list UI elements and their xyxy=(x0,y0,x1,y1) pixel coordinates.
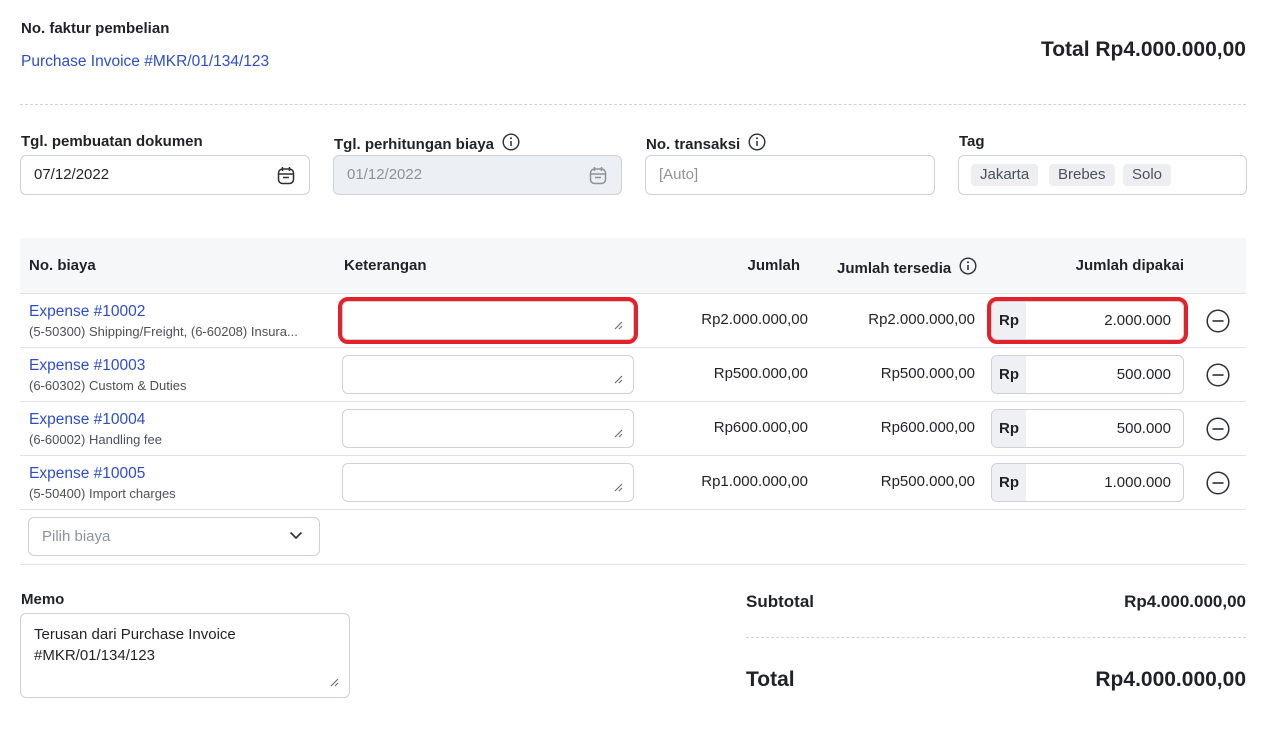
remove-row-icon[interactable] xyxy=(1206,363,1230,387)
tag-chip[interactable]: Jakarta xyxy=(971,164,1039,186)
jumlah-dipakai-value: 500.000 xyxy=(1116,366,1171,383)
col-jumlah: Jumlah xyxy=(747,257,800,274)
resize-grip-icon[interactable] xyxy=(614,375,623,384)
expense-link[interactable]: Expense #10005 xyxy=(29,465,145,483)
cost-date-label: Tgl. perhitungan biaya xyxy=(334,133,520,153)
table-row: Expense #10005 (5-50400) Import charges … xyxy=(20,456,1246,510)
subtotal-label: Subtotal xyxy=(746,592,814,611)
total-label: Total xyxy=(746,668,795,691)
resize-grip-icon[interactable] xyxy=(614,483,623,492)
tag-chip[interactable]: Solo xyxy=(1123,164,1172,186)
currency-prefix: Rp xyxy=(992,464,1026,501)
keterangan-input[interactable] xyxy=(338,297,638,344)
doc-date-value: 07/12/2022 xyxy=(34,166,110,183)
resize-grip-icon[interactable] xyxy=(614,321,623,330)
select-expense-dropdown[interactable]: Pilih biaya xyxy=(28,517,320,556)
select-expense-placeholder: Pilih biaya xyxy=(42,528,111,545)
memo-text: Terusan dari Purchase Invoice #MKR/01/13… xyxy=(34,626,236,664)
doc-date-label: Tgl. pembuatan dokumen xyxy=(21,133,203,150)
subtotal-value: Rp4.000.000,00 xyxy=(1124,592,1246,611)
calendar-icon[interactable] xyxy=(277,166,295,185)
col-jumlah-dipakai: Jumlah dipakai xyxy=(1075,257,1184,274)
chevron-down-icon xyxy=(289,531,303,540)
remove-row-icon[interactable] xyxy=(1206,471,1230,495)
table-header: No. biaya Keterangan Jumlah Jumlah terse… xyxy=(20,238,1246,294)
remove-row-icon[interactable] xyxy=(1206,309,1230,333)
col-jumlah-tersedia: Jumlah tersedia xyxy=(837,257,977,277)
jumlah-dipakai-value: 1.000.000 xyxy=(1104,474,1171,491)
expense-link[interactable]: Expense #10003 xyxy=(29,357,145,375)
header-total: Total Rp4.000.000,00 xyxy=(1040,38,1246,61)
col-jumlah-tersedia-text: Jumlah tersedia xyxy=(837,260,952,277)
jumlah-tersedia-value: Rp500.000,00 xyxy=(880,365,975,382)
jumlah-value: Rp600.000,00 xyxy=(713,419,808,436)
info-icon[interactable] xyxy=(502,133,520,151)
table-row: Expense #10002 (5-50300) Shipping/Freigh… xyxy=(20,294,1246,348)
jumlah-dipakai-input[interactable]: Rp 500.000 xyxy=(991,355,1184,394)
info-icon[interactable] xyxy=(959,257,977,275)
jumlah-value: Rp500.000,00 xyxy=(713,365,808,382)
summary-divider xyxy=(746,637,1246,638)
expense-account: (6-60002) Handling fee xyxy=(29,432,162,447)
jumlah-tersedia-value: Rp500.000,00 xyxy=(880,473,975,490)
info-icon[interactable] xyxy=(748,133,766,151)
jumlah-dipakai-input[interactable]: Rp 2.000.000 xyxy=(987,297,1188,344)
expense-account: (5-50400) Import charges xyxy=(29,486,176,501)
jumlah-dipakai-value: 2.000.000 xyxy=(1104,312,1171,329)
expense-account: (5-50300) Shipping/Freight, (6-60208) In… xyxy=(29,324,298,339)
col-keterangan: Keterangan xyxy=(344,257,427,274)
currency-prefix: Rp xyxy=(992,302,1026,339)
table-row: Expense #10004 (6-60002) Handling fee Rp… xyxy=(20,402,1246,456)
memo-label: Memo xyxy=(21,591,65,608)
keterangan-input[interactable] xyxy=(342,409,634,448)
tag-label: Tag xyxy=(959,133,985,150)
table-row: Expense #10003 (6-60302) Custom & Duties… xyxy=(20,348,1246,402)
cost-date-label-text: Tgl. perhitungan biaya xyxy=(334,136,495,153)
jumlah-dipakai-input[interactable]: Rp 500.000 xyxy=(991,409,1184,448)
total-value: Rp4.000.000,00 xyxy=(1095,668,1246,691)
currency-prefix: Rp xyxy=(992,410,1026,447)
cost-date-input: 01/12/2022 xyxy=(333,155,622,195)
expense-link[interactable]: Expense #10002 xyxy=(29,303,145,321)
jumlah-tersedia-value: Rp2.000.000,00 xyxy=(868,311,975,328)
resize-grip-icon[interactable] xyxy=(614,429,623,438)
tag-input[interactable]: Jakarta Brebes Solo xyxy=(958,155,1247,195)
keterangan-input[interactable] xyxy=(342,355,634,394)
keterangan-input[interactable] xyxy=(342,463,634,502)
expense-link[interactable]: Expense #10004 xyxy=(29,411,145,429)
doc-date-input[interactable]: 07/12/2022 xyxy=(20,155,310,195)
jumlah-tersedia-value: Rp600.000,00 xyxy=(880,419,975,436)
jumlah-value: Rp2.000.000,00 xyxy=(701,311,808,328)
expense-account: (6-60302) Custom & Duties xyxy=(29,378,187,393)
resize-grip-icon[interactable] xyxy=(330,678,339,687)
trx-placeholder: [Auto] xyxy=(659,166,699,183)
trx-input[interactable]: [Auto] xyxy=(645,155,935,195)
header-divider xyxy=(20,104,1246,105)
jumlah-value: Rp1.000.000,00 xyxy=(701,473,808,490)
invoice-number-label: No. faktur pembelian xyxy=(21,20,170,37)
remove-row-icon[interactable] xyxy=(1206,417,1230,441)
col-no-biaya: No. biaya xyxy=(29,257,96,274)
calendar-icon xyxy=(589,167,607,185)
jumlah-dipakai-value: 500.000 xyxy=(1116,420,1171,437)
trx-label: No. transaksi xyxy=(646,133,766,153)
cost-date-value: 01/12/2022 xyxy=(347,166,423,183)
memo-textarea[interactable]: Terusan dari Purchase Invoice #MKR/01/13… xyxy=(20,613,350,698)
tag-chip[interactable]: Brebes xyxy=(1049,164,1115,186)
purchase-invoice-link[interactable]: Purchase Invoice #MKR/01/134/123 xyxy=(21,53,269,71)
table-bottom-divider xyxy=(20,564,1246,565)
trx-label-text: No. transaksi xyxy=(646,136,741,153)
currency-prefix: Rp xyxy=(992,356,1026,393)
jumlah-dipakai-input[interactable]: Rp 1.000.000 xyxy=(991,463,1184,502)
